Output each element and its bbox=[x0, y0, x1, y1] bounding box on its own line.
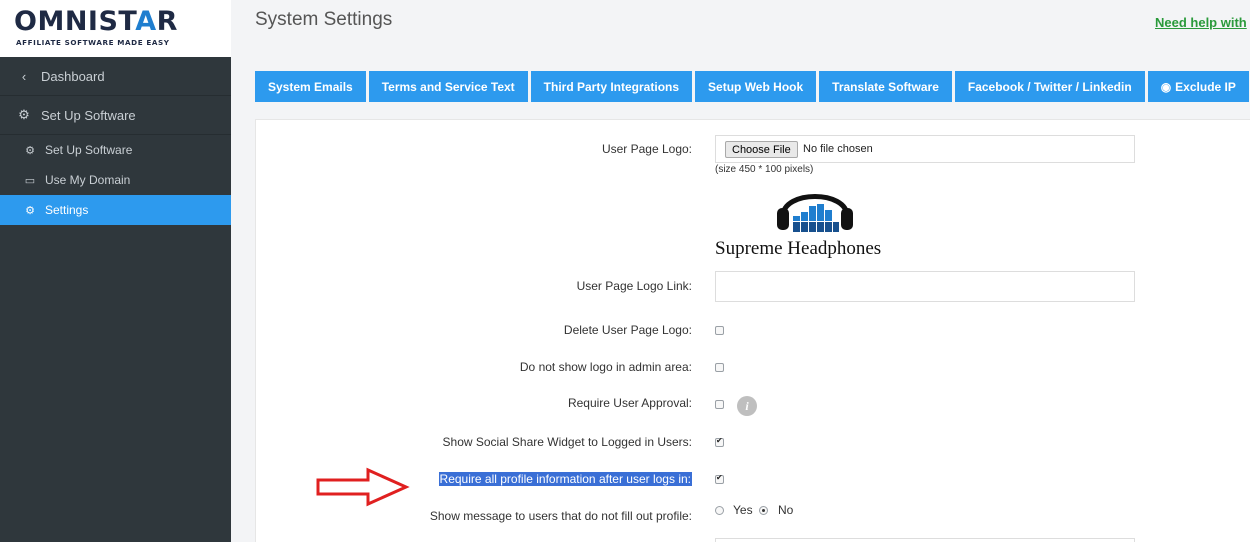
sidebar-item-setup-software[interactable]: ⚙ Set Up Software bbox=[0, 96, 231, 135]
show-message-label: Show message to users that do not fill o… bbox=[429, 509, 692, 523]
logo-wordmark: OMNISTAR bbox=[14, 6, 178, 37]
logo-link-label: User Page Logo Link: bbox=[576, 279, 692, 293]
logo-tagline: AFFILIATE SOFTWARE MADE EASY bbox=[16, 38, 170, 47]
monitor-icon: ▭ bbox=[24, 174, 36, 187]
sidebar-item-dashboard[interactable]: ‹ Dashboard bbox=[0, 57, 231, 96]
require-profile-label: Require all profile information after us… bbox=[438, 472, 692, 486]
sidebar-item-label: Set Up Software bbox=[45, 143, 133, 157]
settings-tabs: System Emails Terms and Service Text Thi… bbox=[255, 71, 1249, 102]
tab-social-links[interactable]: Facebook / Twitter / Linkedin bbox=[954, 71, 1145, 102]
selected-text: Require all profile information after us… bbox=[438, 472, 692, 486]
tab-system-emails[interactable]: System Emails bbox=[255, 71, 366, 102]
tab-translate-software[interactable]: Translate Software bbox=[819, 71, 952, 102]
help-link[interactable]: Need help with bbox=[1155, 15, 1247, 30]
sidebar-item-label: Dashboard bbox=[41, 68, 105, 84]
cogs-icon: ⚙ bbox=[25, 144, 35, 157]
eye-icon: ◉ bbox=[1160, 79, 1172, 94]
logo-preview-caption: Supreme Headphones bbox=[715, 238, 882, 259]
info-icon[interactable]: i bbox=[737, 396, 757, 416]
sidebar: OMNISTAR AFFILIATE SOFTWARE MADE EASY ‹ … bbox=[0, 0, 231, 542]
file-status: No file chosen bbox=[803, 143, 873, 155]
tab-third-party-integrations[interactable]: Third Party Integrations bbox=[530, 71, 693, 102]
logo-size-note: (size 450 * 100 pixels) bbox=[715, 164, 814, 175]
no-logo-admin-label: Do not show logo in admin area: bbox=[519, 360, 692, 374]
sidebar-subitem-setup-software[interactable]: ⚙ Set Up Software bbox=[0, 135, 231, 165]
yes-label: Yes bbox=[733, 503, 753, 517]
sidebar-item-label: Set Up Software bbox=[41, 107, 136, 123]
social-share-label: Show Social Share Widget to Logged in Us… bbox=[442, 435, 692, 449]
tab-setup-web-hook[interactable]: Setup Web Hook bbox=[695, 71, 817, 102]
tab-label: Exclude IP bbox=[1175, 79, 1236, 94]
chevron-left-icon: ‹ bbox=[21, 68, 27, 84]
social-share-checkbox[interactable] bbox=[715, 436, 724, 447]
sidebar-item-label: Settings bbox=[45, 203, 89, 217]
delete-logo-checkbox[interactable] bbox=[715, 326, 724, 335]
sidebar-subitem-settings[interactable]: ⚙ Settings bbox=[0, 195, 231, 225]
sidebar-subitem-use-my-domain[interactable]: ▭ Use My Domain bbox=[0, 165, 231, 195]
cogs-icon: ⚙ bbox=[18, 107, 30, 122]
next-field-input[interactable] bbox=[715, 538, 1135, 542]
require-profile-checkbox[interactable] bbox=[715, 473, 724, 484]
red-arrow-annotation bbox=[316, 467, 410, 507]
user-page-logo-label: User Page Logo: bbox=[601, 142, 692, 156]
require-approval-checkbox[interactable] bbox=[715, 400, 724, 409]
no-logo-admin-checkbox[interactable] bbox=[715, 363, 724, 372]
show-message-yes-radio[interactable] bbox=[715, 506, 724, 515]
show-message-no-radio[interactable] bbox=[759, 506, 768, 515]
tab-exclude-ip[interactable]: ◉ Exclude IP bbox=[1147, 71, 1249, 102]
logo-file-input[interactable]: Choose File No file chosen bbox=[715, 135, 1135, 163]
logo[interactable]: OMNISTAR AFFILIATE SOFTWARE MADE EASY bbox=[0, 0, 231, 57]
no-label: No bbox=[778, 503, 794, 517]
logo-link-input[interactable] bbox=[715, 271, 1135, 302]
page-title: System Settings bbox=[255, 9, 393, 30]
sidebar-item-label: Use My Domain bbox=[45, 173, 131, 187]
headphones-logo-image bbox=[777, 194, 853, 232]
tab-terms-and-service[interactable]: Terms and Service Text bbox=[368, 71, 528, 102]
require-approval-label: Require User Approval: bbox=[567, 396, 692, 410]
choose-file-button[interactable]: Choose File bbox=[725, 141, 798, 158]
delete-logo-label: Delete User Page Logo: bbox=[563, 323, 692, 337]
gear-icon: ⚙ bbox=[25, 204, 35, 217]
